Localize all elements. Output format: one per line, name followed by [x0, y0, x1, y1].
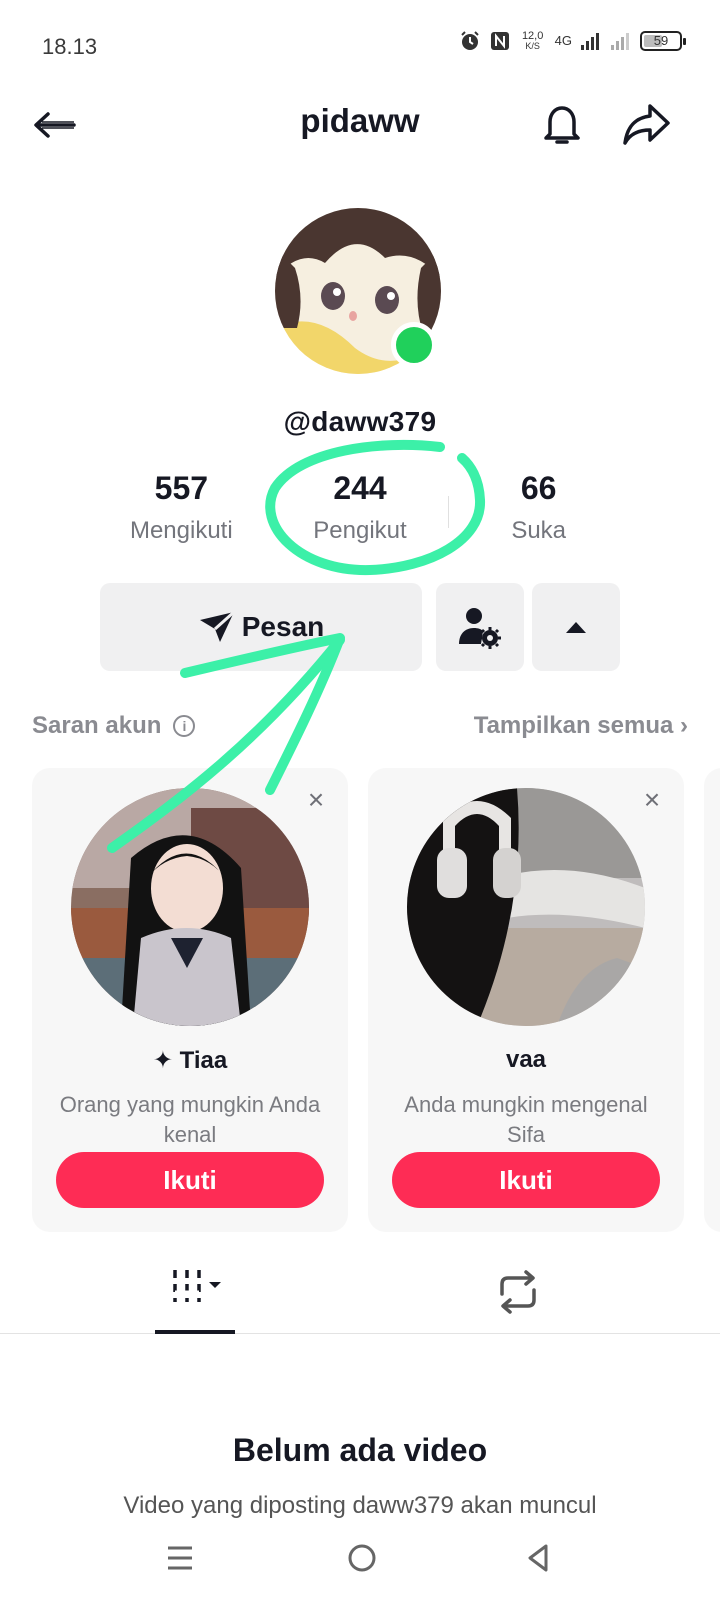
stat-followers-label: Pengikut [313, 517, 407, 544]
empty-state-title: Belum ada video [232, 1432, 488, 1468]
share-icon [623, 104, 670, 145]
profile-stats: 557 Mengikuti 244 Pengikut 66 Suka [92, 470, 628, 560]
caret-up-icon [566, 622, 586, 633]
suggested-accounts-title: Saran akun i [32, 712, 196, 740]
grid-videos-icon [173, 1270, 221, 1302]
suggestion-card[interactable]: × vaa Anda mungkin mengenal Sifa Ikuti [368, 768, 684, 1232]
username: @daww379 [283, 406, 437, 437]
profile-avatar[interactable] [275, 208, 441, 374]
show-all-link[interactable]: Tampilkan semua › [474, 712, 688, 740]
repost-icon [500, 1270, 536, 1314]
content-tabs [0, 1250, 720, 1334]
send-icon [199, 610, 235, 642]
suggestion-name[interactable]: ✦ Tiaa [32, 1046, 348, 1075]
message-button[interactable]: Pesan [100, 583, 422, 671]
suggestion-name[interactable]: vaa [368, 1046, 684, 1074]
stat-likes-value: 66 [520, 470, 557, 506]
status-bar: 18.13 12,0 K/S 4G 59 [0, 0, 720, 92]
notification-button[interactable] [536, 98, 588, 150]
user-settings-icon [459, 608, 501, 649]
home-button[interactable] [344, 1540, 380, 1576]
follow-button[interactable]: Ikuti [56, 1152, 324, 1208]
stat-likes[interactable]: 66 Suka [449, 470, 628, 560]
net-speed-unit: K/S [525, 41, 540, 51]
empty-state-description: Video yang diposting daww379 akan muncul [123, 1492, 597, 1519]
suggested-accounts-title-text: Saran akun [32, 712, 162, 739]
friend-settings-button[interactable] [436, 583, 524, 671]
suggested-accounts-header: Saran akun i Tampilkan semua › [32, 712, 688, 744]
alarm-icon [460, 31, 479, 50]
system-nav-bar [0, 1526, 720, 1600]
active-tab-indicator [155, 1330, 235, 1334]
suggestion-reason: Anda mungkin mengenal Sifa [404, 1092, 648, 1147]
network-type-label: 4G [554, 33, 572, 48]
profile-actions: Pesan [100, 583, 620, 671]
stat-likes-label: Suka [511, 517, 567, 544]
suggested-accounts-list: × ✦ Tiaa Orang yang mungkin Anda kenal I… [32, 768, 720, 1232]
battery-icon: 59 [640, 31, 686, 51]
menu-icon [168, 1546, 192, 1570]
home-circle-icon [348, 1544, 376, 1572]
share-button[interactable] [620, 98, 674, 150]
page-title: pidaww [300, 102, 420, 139]
stat-following-label: Mengikuti [129, 517, 233, 544]
profile-header: pidaww [0, 92, 720, 156]
message-button-label: Pesan [241, 611, 325, 642]
nfc-icon [490, 32, 509, 50]
signal-icon [581, 33, 599, 50]
close-icon[interactable]: × [638, 786, 666, 814]
tab-reposts[interactable] [490, 1264, 546, 1320]
stat-following[interactable]: 557 Mengikuti [92, 470, 271, 560]
suggestion-card[interactable]: × ✦ Tiaa Orang yang mungkin Anda kenal I… [32, 768, 348, 1232]
suggestion-avatar[interactable] [407, 788, 645, 1026]
suggestion-avatar[interactable] [71, 788, 309, 1026]
suggestion-avatar-image [407, 788, 645, 1026]
triangle-back-icon [528, 1544, 548, 1572]
battery-level: 59 [653, 33, 669, 48]
system-back-button[interactable] [520, 1540, 556, 1576]
online-status-dot [391, 322, 437, 368]
follow-button[interactable]: Ikuti [392, 1152, 660, 1208]
network-type: 4G [554, 33, 572, 48]
collapse-button[interactable] [532, 583, 620, 671]
net-speed: 12,0 K/S [519, 30, 547, 52]
suggestion-avatar-image [71, 788, 309, 1026]
net-speed-value: 12,0 [521, 30, 544, 42]
signal-icon-2 [611, 33, 629, 50]
stat-following-value: 557 [154, 470, 209, 506]
stat-followers[interactable]: 244 Pengikut [271, 470, 450, 560]
status-icons: 12,0 K/S 4G 59 [459, 30, 686, 52]
suggestion-reason: Orang yang mungkin Anda kenal [59, 1092, 321, 1147]
suggestion-card-partial[interactable] [704, 768, 720, 1232]
recent-apps-button[interactable] [162, 1540, 198, 1576]
tab-videos[interactable] [155, 1264, 235, 1334]
status-time: 18.13 [42, 34, 98, 59]
stat-followers-value: 244 [333, 470, 387, 506]
bell-icon [544, 106, 580, 144]
info-icon[interactable]: i [173, 715, 196, 737]
close-icon[interactable]: × [302, 786, 330, 814]
